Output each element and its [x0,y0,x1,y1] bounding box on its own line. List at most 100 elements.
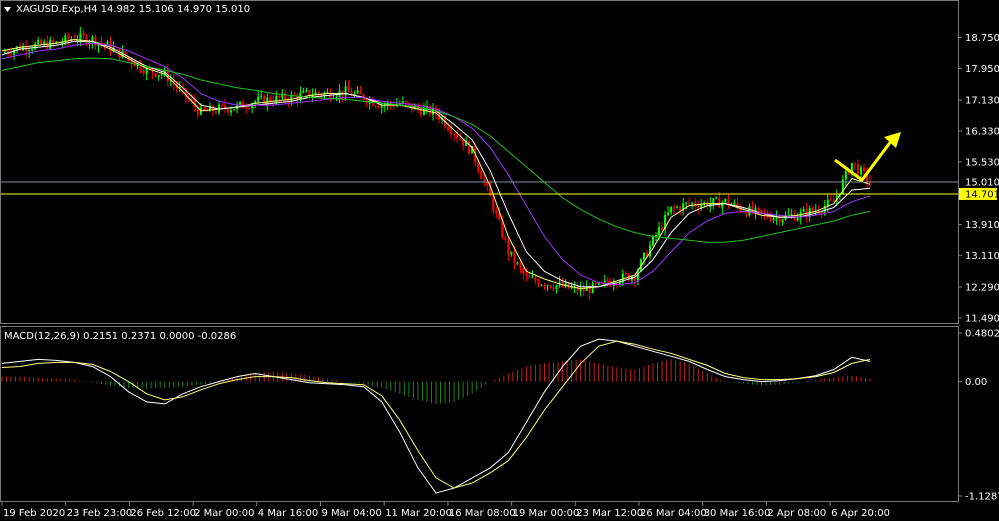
candle-body [407,102,410,104]
macd-tick-label: -1.1287 [965,492,999,503]
candle-body [245,108,248,110]
candle-body [239,101,242,105]
time-tick-label: 19 Mar 00:00 [513,508,580,519]
candle-body [214,111,217,113]
candle-body [862,167,865,172]
candle-body [507,239,510,255]
macd-tick-label: 0.00 [965,377,987,388]
candle-body [260,95,263,97]
candle-body [504,237,507,240]
candle-body [450,130,453,135]
candle-body [724,198,727,203]
candle-body [673,206,676,208]
candle-body [844,170,847,180]
candle-body [820,212,823,214]
price-tick-label: 18.750 [965,33,999,44]
candle-body [495,210,498,214]
candle-body [856,164,859,175]
candle-body [522,267,525,274]
price-tick-label: 12.290 [965,283,999,294]
candle-body [519,262,522,268]
candle-body [67,35,70,40]
price-tick-label: 16.330 [965,127,999,138]
level-price-label: 14.701 [965,189,999,200]
candle-body [483,179,486,182]
candle-body [94,36,97,47]
macd-tick-label: 0.4802 [965,329,999,340]
price-tick-label: 11.490 [965,314,999,325]
candle-body [40,39,43,45]
candle-body [34,43,37,50]
price-tick-label: 13.110 [965,251,999,262]
candle-body [516,262,519,264]
time-tick-label: 23 Feb 23:00 [67,508,133,519]
candle-body [652,235,654,246]
candle-body [576,286,579,292]
time-tick-label: 16 Mar 08:00 [449,508,516,519]
price-tick-label: 17.130 [965,96,999,107]
candle-body [46,41,49,49]
bid-price-label: 15.010 [965,178,999,189]
price-tick-label: 15.530 [965,157,999,168]
time-tick-label: 6 Apr 20:00 [831,508,890,519]
candle-body [456,134,459,139]
candle-body [55,41,58,43]
candle-body [832,199,835,202]
candle-body [278,95,281,98]
candle-body [676,206,679,208]
price-tick-label: 13.910 [965,220,999,231]
candle-body [305,89,308,91]
candle-body [377,106,380,109]
candle-body [447,126,450,131]
candle-body [230,110,233,113]
candle-body [661,227,664,230]
candle-body [769,217,772,221]
symbol-header: XAGUSD.Exp,H4 14.982 15.106 14.970 15.01… [16,4,250,15]
candle-body [811,207,814,211]
candle-body [733,202,736,205]
candle-body [380,106,383,109]
candle-body [624,273,627,275]
candle-body [422,108,425,115]
candle-body [667,212,670,216]
candle-body [513,251,516,263]
trading-terminal-chart: 18.750 17.950 17.130 16.330 15.530 13.910 13.1… [0,0,999,521]
candle-body [787,214,790,216]
chart-canvas[interactable]: 18.750 17.950 17.130 16.330 15.530 13.910 13.1… [0,0,999,521]
candle-body [10,53,13,55]
candle-body [480,171,483,180]
macd-header: MACD(12,26,9) 0.2151 0.2371 0.0000 -0.02… [4,331,236,342]
candle-body [233,109,236,111]
candle-body [606,280,609,284]
candle-body [781,219,784,223]
candle-body [79,33,82,41]
candle-body [549,285,552,288]
candle-body [154,73,157,77]
candle-body [4,52,7,54]
candle-body [537,281,540,286]
candle-body [757,208,760,210]
candle-body [826,199,829,206]
candle-body [317,92,320,94]
candle-body [374,105,377,107]
candle-body [772,218,775,221]
candle-body [685,202,688,204]
candle-body [658,227,661,236]
candle-body [853,162,856,165]
candle-body [453,134,456,136]
candle-body [37,39,40,44]
candle-body [679,206,682,211]
time-tick-label: 9 Mar 04:00 [322,508,382,519]
candle-body [82,33,85,36]
candle-body [603,280,606,283]
time-tick-label: 4 Mar 16:00 [258,508,318,519]
candle-body [468,141,471,154]
candle-body [546,285,549,287]
candle-body [802,209,805,212]
time-tick-label: 26 Feb 12:00 [130,508,196,519]
candle-body [531,277,534,279]
candle-body [510,251,513,255]
candle-body [157,75,160,77]
candle-body [492,196,495,211]
candle-body [655,235,658,237]
